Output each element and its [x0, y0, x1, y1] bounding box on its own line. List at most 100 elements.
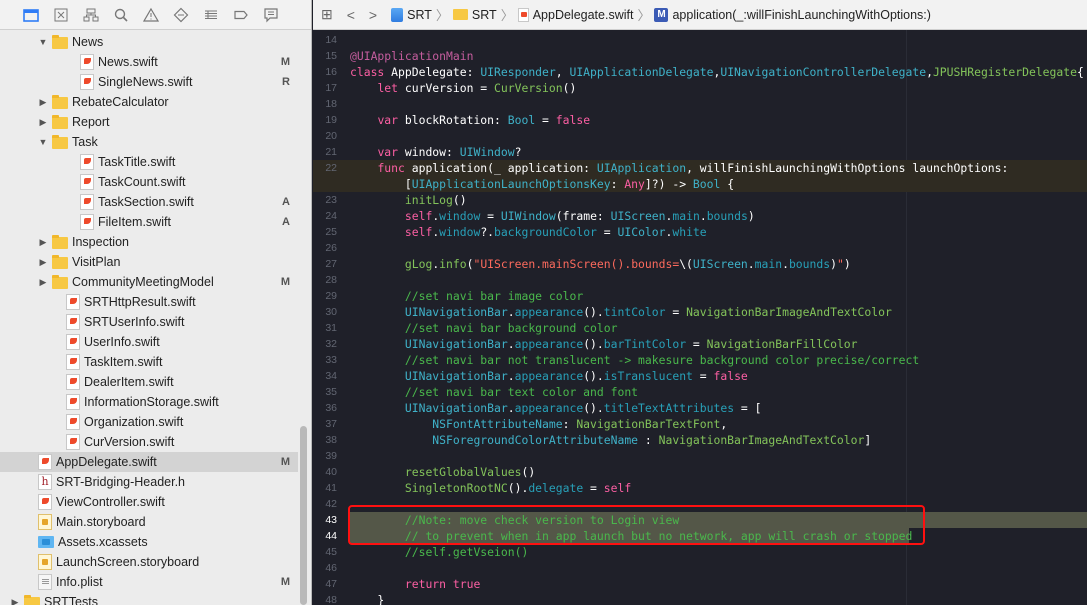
code-token: self — [603, 481, 632, 495]
disclosure-collapsed-icon[interactable]: ▶ — [38, 257, 48, 268]
code-area[interactable]: 14 15 @UIApplicationMain 16 class AppDelegat… — [313, 30, 1087, 605]
code-line[interactable]: 46 — [313, 560, 1087, 576]
code-line[interactable]: 41 SingletonRootNC().delegate = self — [313, 480, 1087, 496]
code-line[interactable]: 34 UINavigationBar.appearance().isTransl… — [313, 368, 1087, 384]
code-line[interactable]: 29 //set navi bar image color — [313, 288, 1087, 304]
file-tree-item[interactable]: UserInfo.swift — [0, 332, 298, 352]
code-line[interactable]: 33 //set navi bar not translucent -> mak… — [313, 352, 1087, 368]
code-line[interactable]: 22 func application(_ application: UIApp… — [313, 160, 1087, 176]
find-navigator-icon[interactable] — [112, 6, 130, 24]
disclosure-collapsed-icon[interactable]: ▶ — [10, 597, 20, 605]
file-tree-item[interactable]: ▶ VisitPlan — [0, 252, 298, 272]
file-tree-item[interactable]: LaunchScreen.storyboard — [0, 552, 298, 572]
file-tree-item[interactable]: SingleNews.swift R — [0, 72, 298, 92]
file-tree-item[interactable]: ▶ Report — [0, 112, 298, 132]
breadcrumb-item[interactable]: Mapplication(_:willFinishLaunchingWithOp… — [654, 7, 931, 22]
breadcrumb-item[interactable]: SRT — [452, 7, 497, 22]
back-button[interactable]: < — [347, 7, 355, 23]
disclosure-expanded-icon[interactable]: ▼ — [38, 137, 48, 147]
code-line[interactable]: 35 //set navi bar text color and font — [313, 384, 1087, 400]
code-line[interactable]: 25 self.window?.backgroundColor = UIColo… — [313, 224, 1087, 240]
disclosure-collapsed-icon[interactable]: ▶ — [38, 277, 48, 288]
file-tree-item[interactable]: News.swift M — [0, 52, 298, 72]
code-line[interactable]: 24 self. window = UIWindow(frame: UIScree… — [313, 208, 1087, 224]
source-control-status: M — [280, 276, 290, 288]
code-line[interactable]: 16 class AppDelegate: UIResponder, UIAppl… — [313, 64, 1087, 80]
breakpoint-navigator-icon[interactable] — [232, 6, 250, 24]
code-line[interactable]: 15 @UIApplicationMain — [313, 48, 1087, 64]
disclosure-collapsed-icon[interactable]: ▶ — [38, 117, 48, 128]
file-tree-item[interactable]: ▶ SRTTests — [0, 592, 298, 605]
file-tree-item[interactable]: ▶ Inspection — [0, 232, 298, 252]
file-tree-item-label: TaskTitle.swift — [98, 155, 176, 169]
debug-navigator-icon[interactable] — [202, 6, 220, 24]
issue-navigator-icon[interactable] — [142, 6, 160, 24]
file-tree-item[interactable]: CurVersion.swift — [0, 432, 298, 452]
file-tree-item[interactable]: ▶ CommunityMeetingModel M — [0, 272, 298, 292]
code-line[interactable]: 37 NSFontAttributeName: NavigationBarTex… — [313, 416, 1087, 432]
file-tree-item[interactable]: TaskCount.swift — [0, 172, 298, 192]
disclosure-collapsed-icon[interactable]: ▶ — [38, 237, 48, 248]
file-tree-item[interactable]: TaskTitle.swift — [0, 152, 298, 172]
file-tree-item[interactable]: ▼ Task — [0, 132, 298, 152]
file-tree-item[interactable]: TaskItem.swift — [0, 352, 298, 372]
code-line[interactable]: [UIApplicationLaunchOptionsKey: Any]?) -… — [313, 176, 1087, 192]
file-tree-item[interactable]: FileItem.swift A — [0, 212, 298, 232]
code-line[interactable]: 19 var blockRotation: Bool = false — [313, 112, 1087, 128]
code-token: , — [555, 65, 570, 79]
file-tree-item[interactable]: Organization.swift — [0, 412, 298, 432]
file-tree-item[interactable]: Main.storyboard — [0, 512, 298, 532]
test-navigator-icon[interactable] — [172, 6, 190, 24]
code-line[interactable]: 47 return true — [313, 576, 1087, 592]
code-line[interactable]: 28 — [313, 272, 1087, 288]
code-line[interactable]: 26 — [313, 240, 1087, 256]
code-line[interactable]: 36 UINavigationBar.appearance().titleTex… — [313, 400, 1087, 416]
code-line[interactable]: 14 — [313, 32, 1087, 48]
code-line[interactable]: 43 //Note: move check version to Login v… — [313, 512, 1087, 528]
file-tree-item[interactable]: SRTUserInfo.swift — [0, 312, 298, 332]
file-tree-item[interactable]: SRTHttpResult.swift — [0, 292, 298, 312]
file-tree-item[interactable]: h SRT-Bridging-Header.h — [0, 472, 298, 492]
code-line[interactable]: 23 initLog() — [313, 192, 1087, 208]
file-tree-item[interactable]: ▶ RebateCalculator — [0, 92, 298, 112]
breadcrumb-item[interactable]: AppDelegate.swift — [517, 7, 633, 22]
line-number: 40 — [325, 466, 337, 478]
code-line[interactable]: 44 // to prevent when in app launch but … — [313, 528, 1087, 544]
file-tree-item[interactable]: TaskSection.swift A — [0, 192, 298, 212]
file-tree-item[interactable]: ViewController.swift — [0, 492, 298, 512]
code-line[interactable]: 32 UINavigationBar.appearance().barTintC… — [313, 336, 1087, 352]
code-line[interactable]: 17 let curVersion = CurVersion() — [313, 80, 1087, 96]
file-tree-item[interactable]: DealerItem.swift — [0, 372, 298, 392]
file-tree-item[interactable]: AppDelegate.swift M — [0, 452, 298, 472]
disclosure-collapsed-icon[interactable]: ▶ — [38, 97, 48, 108]
breadcrumb-item[interactable]: SRT — [391, 7, 432, 22]
disclosure-expanded-icon[interactable]: ▼ — [38, 37, 48, 47]
project-icon — [391, 7, 404, 22]
code-line[interactable]: 27 gLog.info("UIScreen.mainScreen().boun… — [313, 256, 1087, 272]
breadcrumb-label: SRT — [471, 7, 497, 22]
code-line[interactable]: 40 resetGlobalValues() — [313, 464, 1087, 480]
code-line[interactable]: 39 — [313, 448, 1087, 464]
code-line[interactable]: 20 — [313, 128, 1087, 144]
file-tree-item[interactable]: ▼ News — [0, 32, 298, 52]
symbol-navigator-icon[interactable] — [82, 6, 100, 24]
code-line[interactable]: 48 } — [313, 592, 1087, 605]
code-line[interactable]: 45 //self.getVseion() — [313, 544, 1087, 560]
file-tree-item[interactable]: Info.plist M — [0, 572, 298, 592]
report-navigator-icon[interactable] — [262, 6, 280, 24]
code-line[interactable]: 42 — [313, 496, 1087, 512]
forward-button[interactable]: > — [369, 7, 377, 23]
code-line[interactable]: 18 — [313, 96, 1087, 112]
code-line[interactable]: 38 NSForegroundColorAttributeName : Navi… — [313, 432, 1087, 448]
code-line[interactable]: 21 var window: UIWindow? — [313, 144, 1087, 160]
code-line[interactable]: 30 UINavigationBar.appearance().tintColo… — [313, 304, 1087, 320]
project-navigator-icon[interactable] — [22, 6, 40, 24]
file-tree-item[interactable]: InformationStorage.swift — [0, 392, 298, 412]
code-line[interactable]: 31 //set navi bar background color — [313, 320, 1087, 336]
navigator-scrollbar[interactable] — [300, 426, 307, 605]
related-items-icon[interactable]: ⊞ — [321, 6, 333, 23]
code-text: //set navi bar image color — [350, 288, 583, 304]
file-tree-item[interactable]: Assets.xcassets — [0, 532, 298, 552]
source-control-navigator-icon[interactable] — [52, 6, 70, 24]
